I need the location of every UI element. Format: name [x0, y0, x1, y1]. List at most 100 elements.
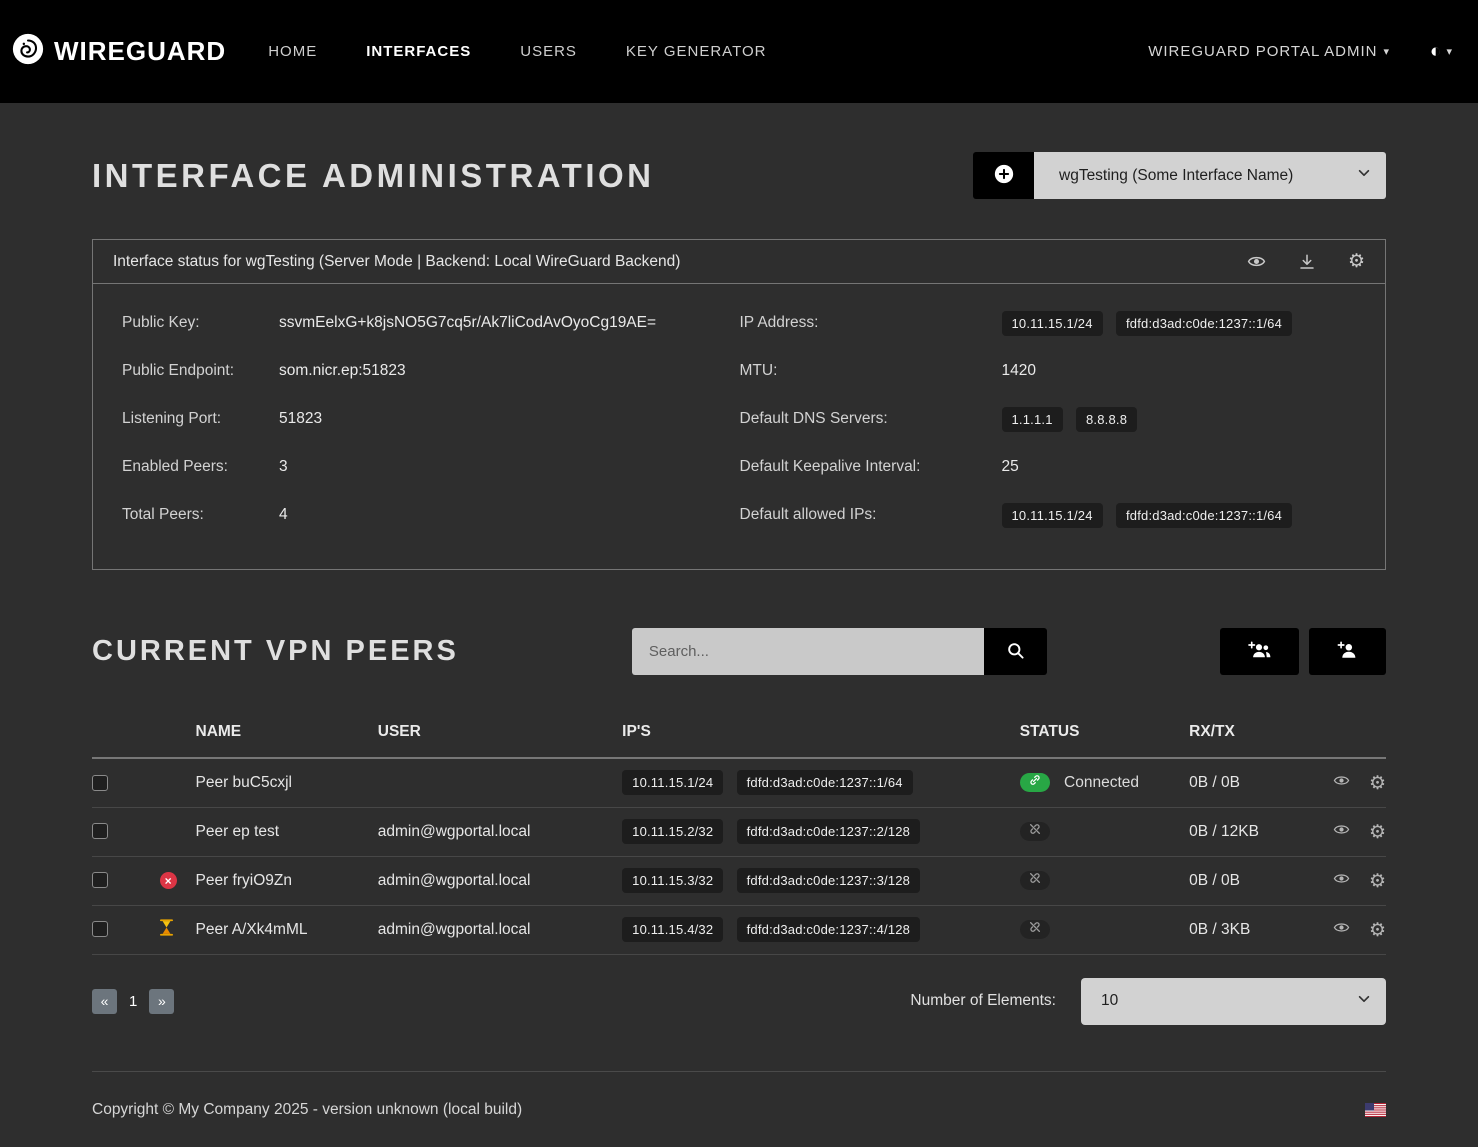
row-checkbox[interactable] [92, 921, 108, 937]
eye-icon[interactable] [1247, 252, 1266, 271]
peer-user: admin@wgportal.local [378, 856, 622, 905]
eye-icon[interactable] [1333, 870, 1350, 887]
eye-icon[interactable] [1333, 821, 1350, 838]
search-input[interactable] [632, 628, 984, 675]
caret-down-icon: ▾ [1446, 45, 1452, 58]
peer-add-buttons [1220, 628, 1386, 675]
chevron-down-icon [1357, 992, 1371, 1011]
interface-select-value: wgTesting (Some Interface Name) [1059, 167, 1293, 185]
connected-badge [1020, 773, 1050, 792]
listening-port-value: 51823 [279, 410, 322, 428]
disconnected-badge [1020, 920, 1050, 939]
card-header: Interface status for wgTesting (Server M… [93, 240, 1385, 284]
nav-item-users[interactable]: USERS [520, 43, 577, 60]
gear-icon[interactable]: ⚙ [1369, 823, 1386, 842]
download-icon[interactable] [1298, 253, 1316, 271]
gear-icon[interactable]: ⚙ [1369, 872, 1386, 891]
search-button[interactable] [984, 628, 1047, 675]
half-circle-icon: ◐ [1430, 41, 1441, 63]
brand-label: WIREGUARD [54, 36, 226, 67]
dns-badge: 1.1.1.1 [1002, 407, 1063, 432]
column-header-name: NAME [196, 711, 378, 758]
peer-row[interactable]: Peer A/Xk4mML admin@wgportal.local 10.11… [92, 905, 1386, 954]
circle-plus-icon [993, 163, 1015, 188]
field-label: Enabled Peers: [122, 458, 279, 476]
add-multiple-peers-button[interactable] [1220, 628, 1299, 675]
ip-badge: fdfd:d3ad:c0de:1237::2/128 [737, 819, 921, 844]
ip-badge: 10.11.15.1/24 [1002, 503, 1103, 528]
search-icon [1006, 641, 1025, 663]
peer-row[interactable]: × Peer fryiO9Zn admin@wgportal.local 10.… [92, 856, 1386, 905]
user-plus-icon [1336, 640, 1358, 663]
field-label: Total Peers: [122, 506, 279, 524]
mtu-value: 1420 [1002, 362, 1036, 380]
search-group [632, 628, 1047, 675]
status-text: Connected [1064, 774, 1139, 791]
peer-user [378, 758, 622, 807]
field-label: MTU: [740, 362, 1002, 380]
column-header-rxtx: RX/TX [1189, 711, 1317, 758]
table-footer: « 1 » Number of Elements: 10 [92, 978, 1386, 1025]
users-plus-icon [1246, 640, 1272, 663]
wireguard-logo-icon [11, 32, 45, 71]
table-header-row: NAME USER IP'S STATUS RX/TX [92, 711, 1386, 758]
interface-status-card: Interface status for wgTesting (Server M… [92, 239, 1386, 570]
nav-item-home[interactable]: HOME [268, 43, 317, 60]
page-title: INTERFACE ADMINISTRATION [92, 157, 654, 195]
column-header-user: USER [378, 711, 622, 758]
row-checkbox[interactable] [92, 775, 108, 791]
peer-name: Peer buC5cxjl [196, 758, 378, 807]
hourglass-icon [160, 923, 173, 940]
column-header-ips: IP'S [622, 711, 1020, 758]
dns-badge: 8.8.8.8 [1076, 407, 1137, 432]
link-slash-icon [1028, 822, 1042, 841]
x-circle-icon: × [160, 872, 177, 889]
rxtx-value: 0B / 0B [1189, 758, 1317, 807]
gear-icon[interactable]: ⚙ [1348, 252, 1365, 271]
peers-table: NAME USER IP'S STATUS RX/TX Peer buC5cxj… [92, 711, 1386, 955]
peer-user: admin@wgportal.local [378, 905, 622, 954]
us-flag-icon[interactable] [1365, 1103, 1386, 1117]
eye-icon[interactable] [1333, 772, 1350, 789]
elements-select[interactable]: 10 [1081, 978, 1386, 1025]
card-body: Public Key:ssvmEelxG+k8jsNO5G7cq5r/Ak7li… [93, 284, 1385, 569]
peer-row[interactable]: Peer ep test admin@wgportal.local 10.11.… [92, 807, 1386, 856]
peer-row[interactable]: Peer buC5cxjl 10.11.15.1/24 fdfd:d3ad:c0… [92, 758, 1386, 807]
nav-item-interfaces[interactable]: INTERFACES [366, 43, 471, 60]
nav-item-key-generator[interactable]: KEY GENERATOR [626, 43, 767, 60]
add-peer-button[interactable] [1309, 628, 1386, 675]
link-icon [1028, 773, 1042, 792]
card-header-title: Interface status for wgTesting (Server M… [113, 253, 680, 271]
theme-toggle[interactable]: ◐ ▾ [1430, 41, 1452, 63]
public-endpoint-value: som.nicr.ep:51823 [279, 362, 406, 380]
gear-icon[interactable]: ⚙ [1369, 774, 1386, 793]
keepalive-value: 25 [1002, 458, 1019, 476]
add-interface-button[interactable] [973, 152, 1034, 199]
row-checkbox[interactable] [92, 872, 108, 888]
peer-name: Peer ep test [196, 807, 378, 856]
elements-select-value: 10 [1101, 992, 1118, 1010]
interface-select[interactable]: wgTesting (Some Interface Name) [1034, 152, 1386, 199]
next-page-button[interactable]: » [149, 989, 174, 1014]
field-label: IP Address: [740, 314, 1002, 332]
total-peers-value: 4 [279, 506, 288, 524]
enabled-peers-value: 3 [279, 458, 288, 476]
gear-icon[interactable]: ⚙ [1369, 921, 1386, 940]
peer-name: Peer fryiO9Zn [196, 856, 378, 905]
link-slash-icon [1028, 920, 1042, 939]
ip-badge: fdfd:d3ad:c0de:1237::1/64 [737, 770, 913, 795]
ip-badge: fdfd:d3ad:c0de:1237::1/64 [1116, 311, 1292, 336]
pagination: « 1 » [92, 989, 174, 1014]
brand[interactable]: WIREGUARD [11, 32, 226, 71]
ip-badge: 10.11.15.1/24 [622, 770, 723, 795]
ip-badge: 10.11.15.1/24 [1002, 311, 1103, 336]
row-checkbox[interactable] [92, 823, 108, 839]
eye-icon[interactable] [1333, 919, 1350, 936]
rxtx-value: 0B / 3KB [1189, 905, 1317, 954]
current-page[interactable]: 1 [119, 993, 147, 1010]
field-label: Listening Port: [122, 410, 279, 428]
prev-page-button[interactable]: « [92, 989, 117, 1014]
field-label: Public Key: [122, 314, 279, 332]
rxtx-value: 0B / 12KB [1189, 807, 1317, 856]
admin-menu-dropdown[interactable]: WIREGUARD PORTAL ADMIN ▾ [1148, 43, 1390, 60]
